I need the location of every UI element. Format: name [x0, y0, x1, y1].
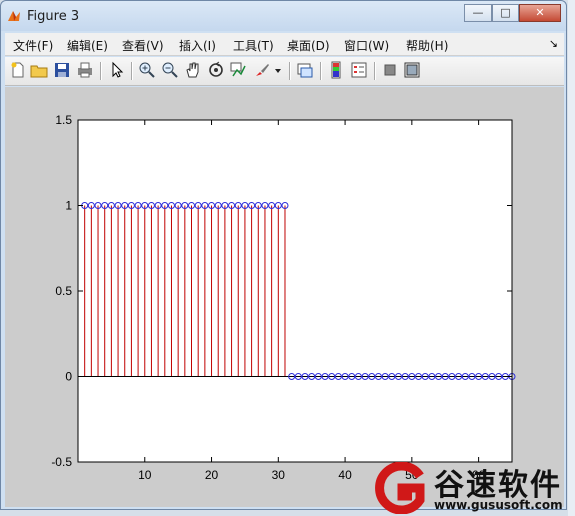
- colorbar-icon[interactable]: [327, 61, 345, 79]
- open-file-icon[interactable]: [30, 61, 48, 79]
- maximize-button[interactable]: □: [492, 4, 519, 22]
- x-tick-label: 40: [338, 468, 352, 482]
- menu-help[interactable]: 帮助(H): [406, 37, 448, 54]
- y-tick-label: 0: [65, 370, 72, 384]
- figure-toolbar: [5, 57, 564, 86]
- dropdown-arrow-icon[interactable]: [273, 61, 283, 79]
- print-icon[interactable]: [76, 61, 94, 79]
- rotate-3d-icon[interactable]: [207, 61, 225, 79]
- watermark-url: www.gususoft.com: [434, 498, 563, 512]
- matlab-icon: [8, 11, 20, 21]
- watermark: 谷速软件 www.gususoft.com: [372, 458, 575, 516]
- menu-file[interactable]: 文件(F): [13, 37, 53, 54]
- x-tick-label: 20: [205, 468, 219, 482]
- stem-plot[interactable]: -0.500.511.510 20 30 40 50 60: [5, 87, 564, 507]
- figure-canvas: -0.5 0 0.5 1 1.5 10 20 30 40 50 60: [5, 87, 564, 507]
- background-window-strip: [568, 0, 575, 516]
- toolbar-separator: [100, 62, 102, 80]
- x-tick-label: 10: [138, 468, 152, 482]
- y-tick-label: -0.5: [51, 455, 72, 469]
- menu-insert[interactable]: 插入(I): [179, 37, 216, 54]
- menu-bar: 文件(F) 编辑(E) 查看(V) 插入(I) 工具(T) 桌面(D) 窗口(W…: [5, 33, 564, 56]
- data-cursor-icon[interactable]: [229, 61, 247, 79]
- toolbar-separator: [131, 62, 133, 80]
- toolbar-separator: [289, 62, 291, 80]
- menu-desktop[interactable]: 桌面(D): [287, 37, 330, 54]
- zoom-in-icon[interactable]: [138, 61, 156, 79]
- title-bar[interactable]: Figure 3 — □ ✕: [1, 1, 566, 31]
- window-title: Figure 3: [27, 9, 80, 24]
- zoom-out-icon[interactable]: [161, 61, 179, 79]
- x-tick-label: 30: [272, 468, 286, 482]
- menu-overflow-icon[interactable]: ↘: [549, 37, 558, 50]
- plot-area: [78, 120, 512, 462]
- watermark-logo-icon: [375, 462, 425, 514]
- close-button[interactable]: ✕: [519, 4, 561, 22]
- new-figure-icon[interactable]: [9, 61, 27, 79]
- figure-window: Figure 3 — □ ✕ 文件(F) 编辑(E) 查看(V) 插入(I) 工…: [0, 0, 567, 510]
- toolbar-separator: [320, 62, 322, 80]
- menu-window[interactable]: 窗口(W): [344, 37, 389, 54]
- show-plot-tools-icon[interactable]: [403, 61, 421, 79]
- menu-tools[interactable]: 工具(T): [233, 37, 274, 54]
- pan-hand-icon[interactable]: [184, 61, 202, 79]
- minimize-button[interactable]: —: [464, 4, 492, 22]
- link-plot-icon[interactable]: [296, 61, 314, 79]
- legend-icon[interactable]: [350, 61, 368, 79]
- brush-icon[interactable]: [253, 61, 271, 79]
- hide-plot-tools-icon[interactable]: [381, 61, 399, 79]
- save-icon[interactable]: [53, 61, 71, 79]
- menu-view[interactable]: 查看(V): [122, 37, 164, 54]
- toolbar-separator: [374, 62, 376, 80]
- y-tick-label: 0.5: [55, 284, 72, 298]
- y-tick-label: 1: [65, 199, 72, 213]
- pointer-icon[interactable]: [108, 61, 126, 79]
- y-tick-label: 1.5: [55, 113, 72, 127]
- menu-edit[interactable]: 编辑(E): [67, 37, 108, 54]
